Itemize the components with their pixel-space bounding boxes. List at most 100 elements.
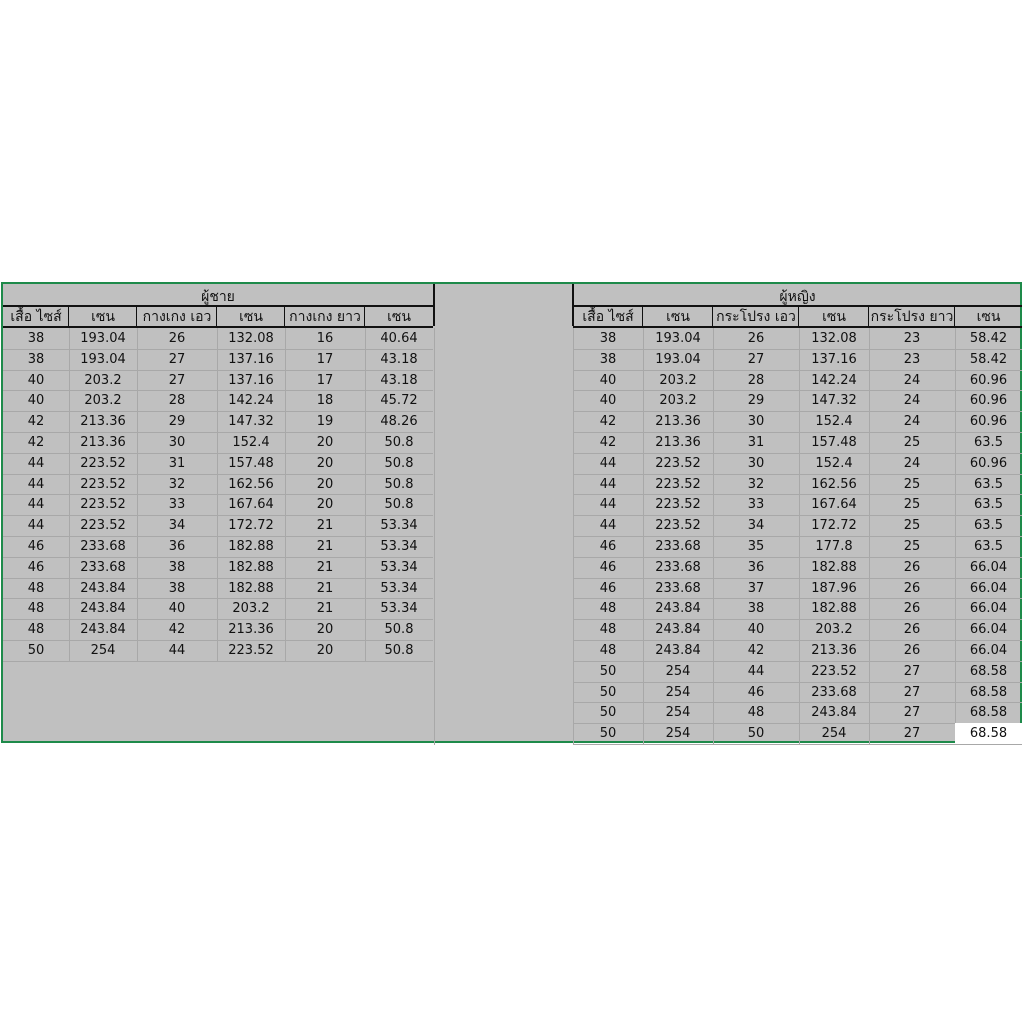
men-cell[interactable]: 38 — [137, 578, 217, 599]
women-cell[interactable]: 213.36 — [643, 411, 713, 432]
men-cell[interactable]: 50.8 — [365, 432, 433, 453]
women-cell[interactable]: 26 — [869, 598, 955, 619]
women-cell[interactable]: 68.58 — [955, 702, 1022, 723]
men-cell[interactable]: 19 — [285, 411, 365, 432]
women-cell[interactable]: 243.84 — [643, 598, 713, 619]
men-cell[interactable]: 16 — [285, 328, 365, 349]
men-cell[interactable]: 20 — [285, 432, 365, 453]
women-cell[interactable]: 46 — [573, 557, 643, 578]
women-cell[interactable]: 44 — [573, 515, 643, 536]
women-cell[interactable]: 167.64 — [799, 494, 869, 515]
women-cell[interactable]: 223.52 — [643, 494, 713, 515]
men-cell[interactable]: 53.34 — [365, 557, 433, 578]
women-cell[interactable]: 50 — [713, 723, 799, 744]
men-cell[interactable]: 18 — [285, 390, 365, 411]
women-cell[interactable]: 162.56 — [799, 474, 869, 495]
women-cell[interactable]: 63.5 — [955, 432, 1022, 453]
women-cell[interactable]: 66.04 — [955, 578, 1022, 599]
men-cell[interactable]: 233.68 — [69, 536, 137, 557]
men-cell[interactable]: 27 — [137, 349, 217, 370]
men-cell[interactable]: 50.8 — [365, 453, 433, 474]
women-cell[interactable]: 63.5 — [955, 474, 1022, 495]
men-cell[interactable]: 223.52 — [69, 453, 137, 474]
women-cell[interactable]: 40 — [573, 390, 643, 411]
women-cell[interactable]: 24 — [869, 411, 955, 432]
women-cell[interactable]: 40 — [573, 370, 643, 391]
women-cell[interactable]: 60.96 — [955, 453, 1022, 474]
women-cell[interactable]: 233.68 — [799, 682, 869, 703]
women-cell[interactable]: 60.96 — [955, 370, 1022, 391]
men-cell[interactable]: 43.18 — [365, 349, 433, 370]
women-cell[interactable]: 58.42 — [955, 349, 1022, 370]
women-cell[interactable]: 203.2 — [643, 370, 713, 391]
women-cell[interactable]: 233.68 — [643, 578, 713, 599]
women-cell[interactable]: 223.52 — [643, 474, 713, 495]
women-cell[interactable]: 233.68 — [643, 557, 713, 578]
men-cell[interactable]: 21 — [285, 557, 365, 578]
women-cell[interactable]: 23 — [869, 349, 955, 370]
men-cell[interactable]: 48 — [3, 578, 69, 599]
men-cell[interactable]: 46 — [3, 557, 69, 578]
women-cell[interactable]: 46 — [713, 682, 799, 703]
men-cell[interactable]: 44 — [3, 515, 69, 536]
women-cell[interactable]: 50 — [573, 723, 643, 744]
men-cell[interactable]: 33 — [137, 494, 217, 515]
men-cell[interactable]: 137.16 — [217, 370, 285, 391]
women-cell[interactable]: 254 — [643, 682, 713, 703]
women-cell[interactable]: 27 — [869, 702, 955, 723]
women-cell[interactable]: 60.96 — [955, 390, 1022, 411]
men-cell[interactable]: 157.48 — [217, 453, 285, 474]
women-cell[interactable]: 193.04 — [643, 349, 713, 370]
women-cell[interactable]: 26 — [869, 619, 955, 640]
women-cell[interactable]: 44 — [573, 474, 643, 495]
men-cell[interactable]: 17 — [285, 370, 365, 391]
women-cell[interactable]: 23 — [869, 328, 955, 349]
women-cell[interactable]: 157.48 — [799, 432, 869, 453]
women-cell[interactable]: 44 — [713, 661, 799, 682]
women-cell[interactable]: 223.52 — [799, 661, 869, 682]
women-cell[interactable]: 48 — [573, 598, 643, 619]
women-cell[interactable]: 223.52 — [643, 453, 713, 474]
women-cell[interactable]: 233.68 — [643, 536, 713, 557]
men-cell[interactable]: 40.64 — [365, 328, 433, 349]
women-cell[interactable]: 152.4 — [799, 453, 869, 474]
men-cell[interactable]: 17 — [285, 349, 365, 370]
men-cell[interactable]: 162.56 — [217, 474, 285, 495]
men-cell[interactable]: 167.64 — [217, 494, 285, 515]
women-cell[interactable]: 66.04 — [955, 619, 1022, 640]
women-cell[interactable]: 32 — [713, 474, 799, 495]
women-header-4[interactable]: กระโปรง ยาว — [869, 307, 955, 328]
men-cell[interactable]: 42 — [3, 411, 69, 432]
women-cell[interactable]: 30 — [713, 453, 799, 474]
men-cell[interactable]: 44 — [137, 640, 217, 661]
men-cell[interactable]: 40 — [137, 598, 217, 619]
women-cell[interactable]: 58.42 — [955, 328, 1022, 349]
men-cell[interactable]: 44 — [3, 474, 69, 495]
men-header-3[interactable]: เซน — [217, 307, 285, 328]
women-cell[interactable]: 50 — [573, 661, 643, 682]
women-cell[interactable]: 26 — [713, 328, 799, 349]
men-cell[interactable]: 21 — [285, 536, 365, 557]
men-cell[interactable]: 132.08 — [217, 328, 285, 349]
men-cell[interactable]: 32 — [137, 474, 217, 495]
women-cell[interactable]: 38 — [573, 328, 643, 349]
men-cell[interactable]: 44 — [3, 453, 69, 474]
men-cell[interactable]: 53.34 — [365, 598, 433, 619]
women-cell[interactable]: 38 — [573, 349, 643, 370]
men-header-2[interactable]: กางเกง เอว — [137, 307, 217, 328]
women-cell[interactable]: 254 — [643, 723, 713, 744]
women-cell[interactable]: 187.96 — [799, 578, 869, 599]
women-cell[interactable]: 254 — [643, 661, 713, 682]
men-cell[interactable]: 223.52 — [69, 474, 137, 495]
men-cell[interactable]: 20 — [285, 640, 365, 661]
women-cell[interactable]: 132.08 — [799, 328, 869, 349]
spreadsheet-area[interactable]: ผู้ชาย เสื้อ ไซส์ เซน กางเกง เอว เซน กางเกง ย… — [1, 282, 1022, 745]
women-header-0[interactable]: เสื้อ ไซส์ — [573, 307, 643, 328]
women-cell[interactable]: 25 — [869, 432, 955, 453]
women-cell[interactable]: 27 — [869, 682, 955, 703]
women-cell[interactable]: 66.04 — [955, 557, 1022, 578]
men-header-0[interactable]: เสื้อ ไซส์ — [3, 307, 69, 328]
men-cell[interactable]: 223.52 — [69, 494, 137, 515]
women-cell[interactable]: 177.8 — [799, 536, 869, 557]
women-cell[interactable]: 203.2 — [643, 390, 713, 411]
